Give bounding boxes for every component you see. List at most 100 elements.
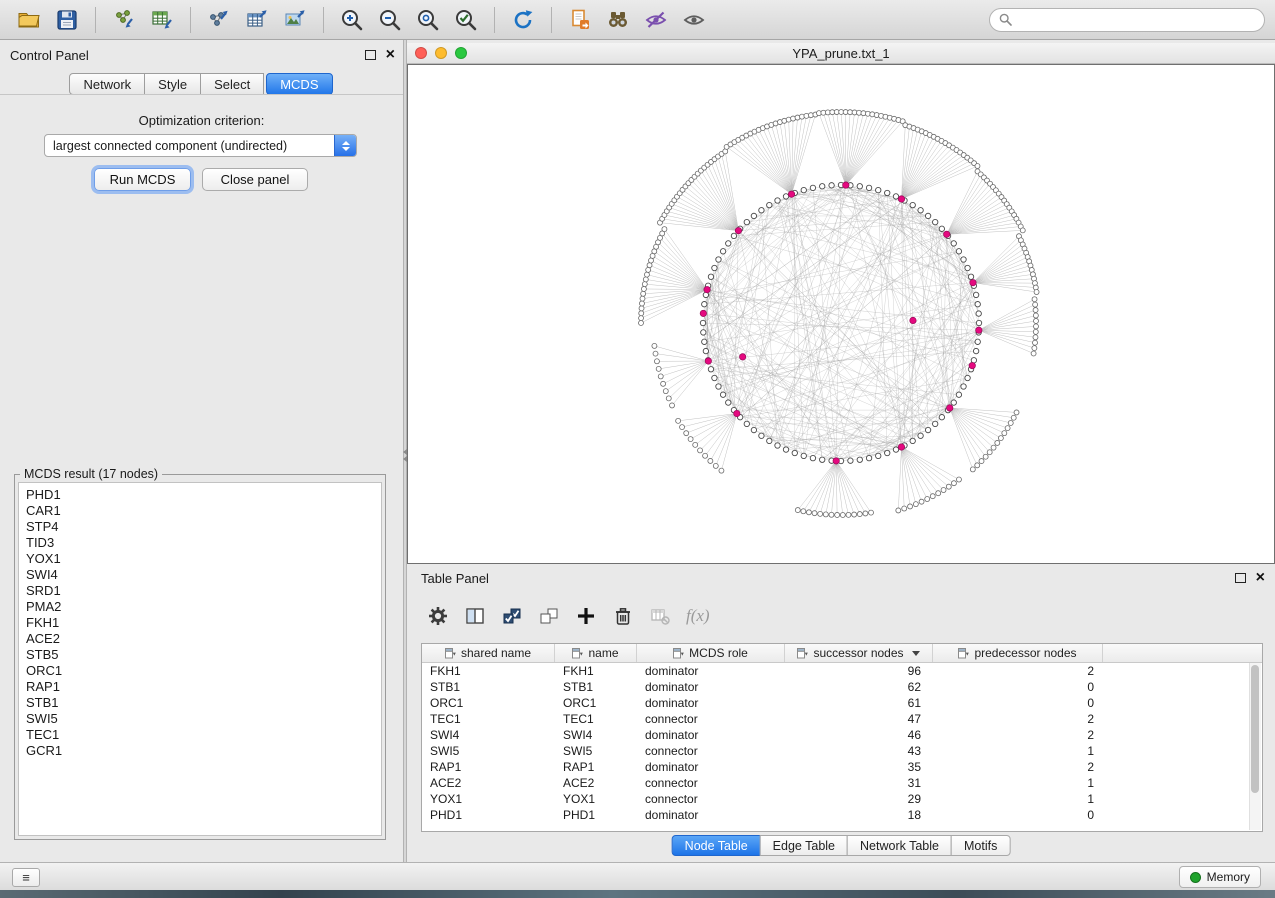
table-cell: 43 [785, 744, 933, 758]
scrollbar-thumb[interactable] [1251, 665, 1259, 793]
table-cell: ACE2 [422, 776, 555, 790]
mcds-result-item[interactable]: CAR1 [26, 503, 381, 519]
mcds-result-item[interactable]: SWI4 [26, 567, 381, 583]
criterion-selected-value: largest connected component (undirected) [45, 139, 334, 153]
table-cell: 47 [785, 712, 933, 726]
mcds-result-item[interactable]: YOX1 [26, 551, 381, 567]
zoom-fit-button[interactable] [412, 5, 444, 35]
table-cell: 2 [933, 712, 1103, 726]
status-menu-button[interactable]: ≡ [12, 868, 40, 887]
show-columns-button[interactable] [460, 601, 490, 631]
mcds-result-item[interactable]: PMA2 [26, 599, 381, 615]
table-row[interactable]: ORC1ORC1dominator610 [422, 695, 1262, 711]
table-settings-button[interactable] [423, 601, 453, 631]
tab-node-table[interactable]: Node Table [672, 835, 761, 856]
table-row[interactable]: YOX1YOX1connector291 [422, 791, 1262, 807]
search-input[interactable] [1018, 12, 1255, 28]
table-cell: 1 [933, 776, 1103, 790]
tab-edge-table[interactable]: Edge Table [760, 835, 848, 856]
import-network-button[interactable] [108, 5, 140, 35]
close-control-panel-icon[interactable]: × [386, 48, 395, 62]
apply-layout-button[interactable] [507, 5, 539, 35]
folder-icon [16, 7, 42, 33]
zoom-selected-button[interactable] [450, 5, 482, 35]
deselect-all-button[interactable] [534, 601, 564, 631]
find-button[interactable] [602, 5, 634, 35]
tab-mcds[interactable]: MCDS [266, 73, 332, 95]
mcds-result-item[interactable]: STB1 [26, 695, 381, 711]
float-panel-icon[interactable] [365, 50, 376, 60]
tab-select[interactable]: Select [200, 73, 264, 95]
memory-button[interactable]: Memory [1179, 866, 1261, 888]
table-scrollbar[interactable] [1249, 663, 1261, 830]
export-table-button[interactable] [241, 5, 273, 35]
hide-selected-button[interactable] [640, 5, 672, 35]
float-table-panel-icon[interactable] [1235, 573, 1246, 583]
table-cell: 2 [933, 728, 1103, 742]
table-row[interactable]: RAP1RAP1dominator352 [422, 759, 1262, 775]
mcds-result-item[interactable]: SWI5 [26, 711, 381, 727]
table-cell: dominator [637, 696, 785, 710]
table-cell: TEC1 [555, 712, 637, 726]
network-graph[interactable] [408, 65, 1274, 563]
add-column-button[interactable] [571, 601, 601, 631]
table-tabs: Node Table Edge Table Network Table Moti… [672, 835, 1011, 856]
table-cell: ORC1 [555, 696, 637, 710]
optimization-criterion-select[interactable]: largest connected component (undirected) [44, 134, 357, 157]
import-table-icon [149, 7, 175, 33]
table-cell: SWI5 [422, 744, 555, 758]
run-mcds-button[interactable]: Run MCDS [94, 168, 191, 191]
close-panel-button[interactable]: Close panel [202, 168, 308, 191]
tab-network-table[interactable]: Network Table [847, 835, 952, 856]
table-row[interactable]: FKH1FKH1dominator962 [422, 663, 1262, 679]
open-file-button[interactable] [13, 5, 45, 35]
tab-motifs[interactable]: Motifs [951, 835, 1010, 856]
show-all-button[interactable] [678, 5, 710, 35]
mcds-result-item[interactable]: STP4 [26, 519, 381, 535]
table-body: FKH1FKH1dominator962STB1STB1dominator620… [422, 663, 1262, 823]
binoculars-icon [605, 7, 631, 33]
table-row[interactable]: TEC1TEC1connector472 [422, 711, 1262, 727]
column-type-icon [958, 648, 969, 659]
mcds-result-item[interactable]: FKH1 [26, 615, 381, 631]
column-header-predecessor-nodes[interactable]: predecessor nodes [933, 644, 1103, 662]
mcds-result-item[interactable]: RAP1 [26, 679, 381, 695]
function-builder-button[interactable]: f(x) [686, 606, 710, 626]
import-table-button[interactable] [146, 5, 178, 35]
mcds-result-item[interactable]: SRD1 [26, 583, 381, 599]
tab-style[interactable]: Style [144, 73, 201, 95]
mcds-result-item[interactable]: TEC1 [26, 727, 381, 743]
mcds-result-item[interactable]: STB5 [26, 647, 381, 663]
delete-column-button[interactable] [608, 601, 638, 631]
select-all-button[interactable] [497, 601, 527, 631]
zoom-in-button[interactable] [336, 5, 368, 35]
mcds-result-item[interactable]: PHD1 [26, 487, 381, 503]
close-table-panel-icon[interactable]: × [1256, 571, 1265, 585]
mcds-result-item[interactable]: ORC1 [26, 663, 381, 679]
column-header-successor-nodes[interactable]: successor nodes [785, 644, 933, 662]
eye-icon [681, 7, 707, 33]
column-type-icon [797, 648, 808, 659]
table-cell: STB1 [555, 680, 637, 694]
network-canvas[interactable] [407, 64, 1275, 564]
copy-document-button[interactable] [564, 5, 596, 35]
table-cell: 1 [933, 792, 1103, 806]
table-row[interactable]: ACE2ACE2connector311 [422, 775, 1262, 791]
column-header-shared-name[interactable]: shared name [422, 644, 555, 662]
mcds-result-item[interactable]: ACE2 [26, 631, 381, 647]
table-row[interactable]: STB1STB1dominator620 [422, 679, 1262, 695]
column-header-MCDS-role[interactable]: MCDS role [637, 644, 785, 662]
table-row[interactable]: SWI5SWI5connector431 [422, 743, 1262, 759]
table-row[interactable]: SWI4SWI4dominator462 [422, 727, 1262, 743]
mcds-result-item[interactable]: GCR1 [26, 743, 381, 759]
delete-table-button-disabled[interactable] [645, 601, 675, 631]
export-network-button[interactable] [203, 5, 235, 35]
tab-network[interactable]: Network [69, 73, 145, 95]
zoom-out-button[interactable] [374, 5, 406, 35]
table-row[interactable]: PHD1PHD1dominator180 [422, 807, 1262, 823]
export-image-button[interactable] [279, 5, 311, 35]
mcds-result-list[interactable]: PHD1CAR1STP4TID3YOX1SWI4SRD1PMA2FKH1ACE2… [18, 482, 382, 836]
save-button[interactable] [51, 5, 83, 35]
column-header-name[interactable]: name [555, 644, 637, 662]
mcds-result-item[interactable]: TID3 [26, 535, 381, 551]
